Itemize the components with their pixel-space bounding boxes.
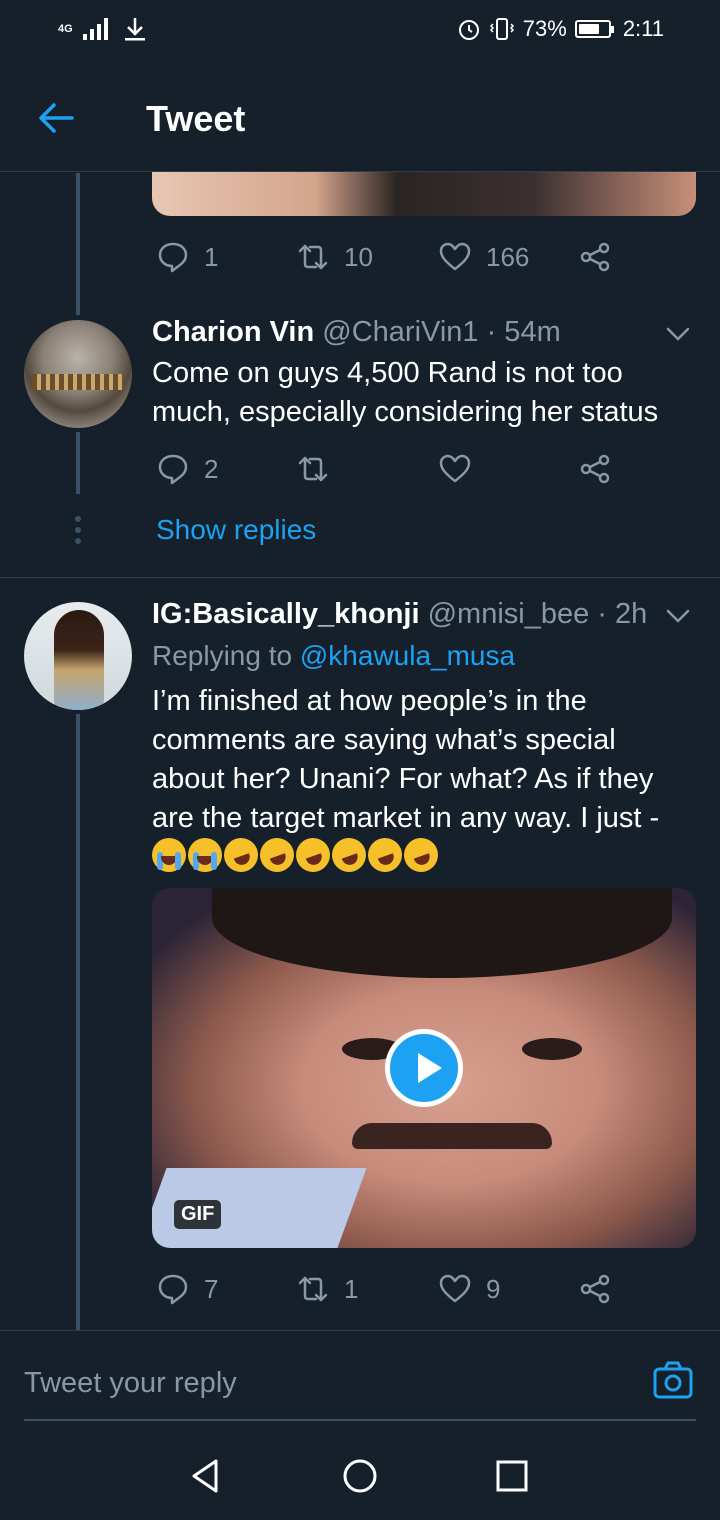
rolling-on-floor-laughing-icon [291, 833, 335, 877]
reply-icon [158, 1274, 188, 1305]
chevron-down-icon[interactable] [664, 602, 692, 630]
rolling-on-floor-laughing-icon [327, 833, 371, 877]
emoji-row [152, 833, 443, 877]
author-name[interactable]: IG:Basically_khonji [152, 598, 420, 630]
reply-count: 7 [204, 1273, 219, 1304]
like-count: 9 [486, 1273, 501, 1304]
reply-input[interactable]: Tweet your reply [24, 1367, 237, 1400]
alarm-icon [458, 20, 479, 40]
reply-action[interactable]: 2 [156, 452, 218, 486]
rolling-on-floor-laughing-icon [363, 833, 407, 877]
retweet-icon [298, 244, 328, 270]
show-replies-link[interactable]: Show replies [156, 514, 316, 546]
status-bar: 4G 73% 2:11 [0, 0, 720, 62]
avatar[interactable] [24, 320, 132, 428]
replying-to-handle[interactable]: @khawula_musa [300, 640, 515, 671]
thread-line [76, 714, 80, 1330]
signal-icon [82, 18, 108, 40]
rolling-on-floor-laughing-icon [255, 833, 299, 877]
share-icon [580, 1274, 610, 1304]
clock: 2:11 [622, 16, 664, 41]
top-app-bar: Tweet [0, 62, 720, 172]
retweet-icon [298, 456, 328, 482]
download-icon [124, 18, 145, 41]
nav-home-icon[interactable] [340, 1456, 380, 1496]
vibrate-icon [489, 18, 514, 40]
reply-count: 2 [204, 453, 219, 484]
loudly-crying-face-icon [188, 838, 222, 872]
thread-dots [74, 516, 82, 549]
like-count: 166 [486, 241, 530, 272]
heart-icon [439, 454, 471, 483]
retweet-action[interactable]: 1 [296, 1272, 358, 1306]
avatar[interactable] [24, 602, 132, 710]
author-handle-time: @mnisi_bee · 2h [427, 598, 648, 630]
retweet-count: 10 [344, 241, 373, 272]
tweet-author: IG:Basically_khonji @mnisi_bee · 2h [152, 598, 647, 631]
retweet-count: 1 [344, 1273, 359, 1304]
reply-input-underline [24, 1419, 696, 1421]
battery-icon [574, 20, 614, 38]
system-navigation-bar [0, 1430, 720, 1520]
heart-icon [439, 242, 471, 271]
gif-media[interactable]: GIF [152, 888, 696, 1248]
replying-to: Replying to @khawula_musa [152, 640, 515, 672]
retweet-action[interactable] [296, 452, 344, 486]
replying-to-label: Replying to [152, 640, 300, 671]
divider [0, 577, 720, 578]
tweet-media[interactable] [152, 172, 696, 216]
share-icon [580, 454, 610, 484]
camera-icon[interactable] [652, 1359, 694, 1401]
share-action[interactable] [578, 452, 612, 486]
retweet-action[interactable]: 10 [296, 240, 373, 274]
tweet-text: Come on guys 4,500 Rand is not too much,… [152, 357, 659, 428]
thread-line [76, 432, 80, 494]
share-action[interactable] [578, 1272, 612, 1306]
retweet-icon [298, 1276, 328, 1302]
network-type: 4G [58, 23, 73, 35]
heart-icon [439, 1274, 471, 1303]
reply-action[interactable]: 7 [156, 1272, 218, 1306]
play-icon[interactable] [385, 1029, 463, 1107]
rolling-on-floor-laughing-icon [399, 833, 443, 877]
nav-back-icon[interactable] [186, 1456, 226, 1496]
reply-icon [158, 454, 188, 485]
nav-recents-icon[interactable] [492, 1456, 532, 1496]
page-title: Tweet [146, 98, 246, 139]
author-handle-time: @ChariVin1 · 54m [322, 316, 561, 348]
reply-icon [158, 242, 188, 273]
rolling-on-floor-laughing-icon [219, 833, 263, 877]
back-arrow-icon[interactable] [36, 98, 76, 138]
share-icon [580, 242, 610, 272]
like-action[interactable] [438, 452, 486, 486]
tweet-author: Charion Vin @ChariVin1 · 54m [152, 316, 561, 349]
author-name[interactable]: Charion Vin [152, 316, 314, 348]
reply-action[interactable]: 1 [156, 240, 218, 274]
gif-badge: GIF [174, 1200, 222, 1229]
like-action[interactable]: 166 [438, 240, 529, 274]
reply-count: 1 [204, 241, 219, 272]
battery-percent: 73% [522, 16, 567, 41]
thread-line [76, 173, 80, 315]
share-action[interactable] [578, 240, 612, 274]
like-action[interactable]: 9 [438, 1272, 500, 1306]
loudly-crying-face-icon [152, 838, 186, 872]
chevron-down-icon[interactable] [664, 320, 692, 348]
reply-composer: Tweet your reply [0, 1330, 720, 1422]
